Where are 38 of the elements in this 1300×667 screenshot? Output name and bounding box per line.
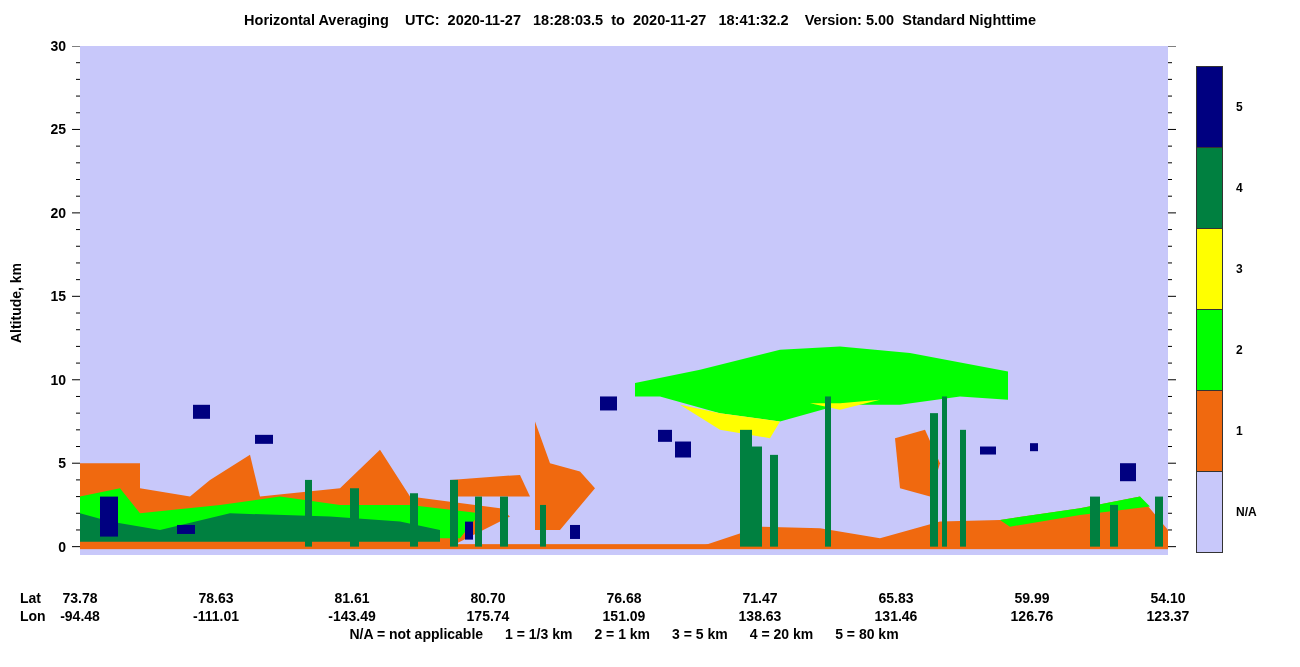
lon-tick-label: 131.46 bbox=[874, 607, 918, 625]
tick-label: 25 bbox=[50, 121, 66, 138]
lat-tick-label: 80.70 bbox=[470, 589, 506, 607]
legend-label: 5 bbox=[1236, 99, 1243, 114]
lat-tick-label: 76.68 bbox=[606, 589, 642, 607]
lat-tick-label: 78.63 bbox=[198, 589, 234, 607]
tick-label: 30 bbox=[50, 38, 66, 54]
legend-label: 2 bbox=[1236, 343, 1243, 358]
legend-label: 1 bbox=[1236, 424, 1243, 439]
lat-tick-label: 65.83 bbox=[878, 589, 914, 607]
lat-tick-label: 59.99 bbox=[1014, 589, 1050, 607]
lon-tick-label: 138.63 bbox=[738, 607, 782, 625]
lon-tick-label: 126.76 bbox=[1010, 607, 1054, 625]
legend-label: 4 bbox=[1236, 180, 1243, 195]
lon-tick-label: 175.74 bbox=[466, 607, 510, 625]
legend-note: 5 = 80 km bbox=[835, 626, 899, 642]
lon-tick-label: -143.49 bbox=[328, 607, 376, 625]
tick-label: 15 bbox=[50, 288, 66, 305]
legend-note: 2 = 1 km bbox=[594, 626, 651, 642]
lat-tick-label: 54.10 bbox=[1150, 589, 1186, 607]
axis-label: Altitude, km bbox=[8, 262, 24, 343]
lon-tick-label: 151.09 bbox=[602, 607, 646, 625]
legend-note: 4 = 20 km bbox=[749, 626, 814, 642]
tick-label: 0 bbox=[58, 538, 66, 555]
legend-label: N/A bbox=[1236, 505, 1257, 520]
legend-label: 3 bbox=[1236, 261, 1243, 276]
legend-note: N/A = not applicable bbox=[349, 626, 484, 642]
tick-label: 5 bbox=[58, 455, 66, 472]
lat-tick-label: 81.61 bbox=[334, 589, 370, 607]
lon-tick-label: 123.37 bbox=[1146, 607, 1190, 625]
tick-label: 10 bbox=[50, 371, 66, 388]
legend-note: 1 = 1/3 km bbox=[505, 626, 573, 642]
tick-label: 20 bbox=[50, 204, 66, 221]
lon-tick-label: -111.01 bbox=[193, 607, 239, 625]
lon-tick-label: -94.48 bbox=[60, 607, 100, 625]
legend-note: 3 = 5 km bbox=[672, 626, 728, 642]
lat-tick-label: 71.47 bbox=[742, 589, 778, 607]
lat-tick-label: 73.78 bbox=[62, 589, 98, 607]
